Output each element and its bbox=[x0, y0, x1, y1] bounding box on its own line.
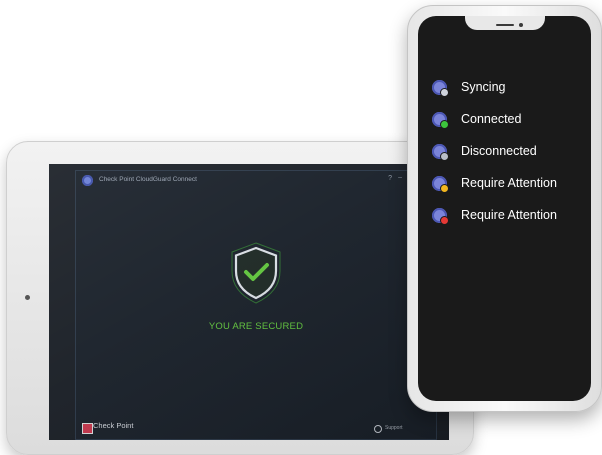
minimize-button[interactable]: – bbox=[398, 174, 402, 181]
app-window: Check Point CloudGuard Connect ? – ✕ YOU… bbox=[75, 170, 437, 440]
support-gear-icon[interactable] bbox=[374, 425, 382, 433]
security-status-message: YOU ARE SECURED bbox=[208, 321, 304, 332]
status-label: Require Attention bbox=[461, 176, 557, 190]
tablet-home-button bbox=[25, 295, 30, 300]
phone-camera bbox=[519, 23, 523, 27]
warning-badge-icon bbox=[440, 184, 449, 193]
phone-notch bbox=[465, 16, 545, 30]
phone-screen: Syncing Connected Disconnected Require A… bbox=[418, 16, 591, 401]
cloudguard-status-icon bbox=[432, 80, 449, 97]
app-title: Check Point CloudGuard Connect bbox=[99, 176, 197, 183]
brand-name: Check Point bbox=[93, 421, 134, 430]
phone-device: Syncing Connected Disconnected Require A… bbox=[407, 5, 602, 412]
cloudguard-status-icon bbox=[432, 112, 449, 129]
tablet-screen: Check Point CloudGuard Connect ? – ✕ YOU… bbox=[49, 164, 449, 440]
error-badge-icon bbox=[440, 216, 449, 225]
support-link[interactable]: Support bbox=[385, 425, 403, 431]
phone-speaker bbox=[496, 24, 514, 26]
check-point-logo-icon bbox=[82, 423, 93, 434]
shield-check-icon bbox=[231, 242, 281, 304]
app-logo-icon bbox=[82, 175, 93, 186]
cloudguard-status-icon bbox=[432, 176, 449, 193]
connected-badge-icon bbox=[440, 120, 449, 129]
status-label: Disconnected bbox=[461, 144, 537, 158]
app-titlebar: Check Point CloudGuard Connect ? – ✕ bbox=[76, 171, 436, 191]
status-label: Connected bbox=[461, 112, 522, 126]
cloudguard-status-icon bbox=[432, 144, 449, 161]
sync-badge-icon bbox=[440, 88, 449, 97]
status-label: Require Attention bbox=[461, 208, 557, 222]
help-button[interactable]: ? bbox=[388, 175, 392, 182]
disconnected-badge-icon bbox=[440, 152, 449, 161]
cloudguard-status-icon bbox=[432, 208, 449, 225]
status-label: Syncing bbox=[461, 80, 506, 94]
tablet-device: Check Point CloudGuard Connect ? – ✕ YOU… bbox=[6, 141, 474, 455]
